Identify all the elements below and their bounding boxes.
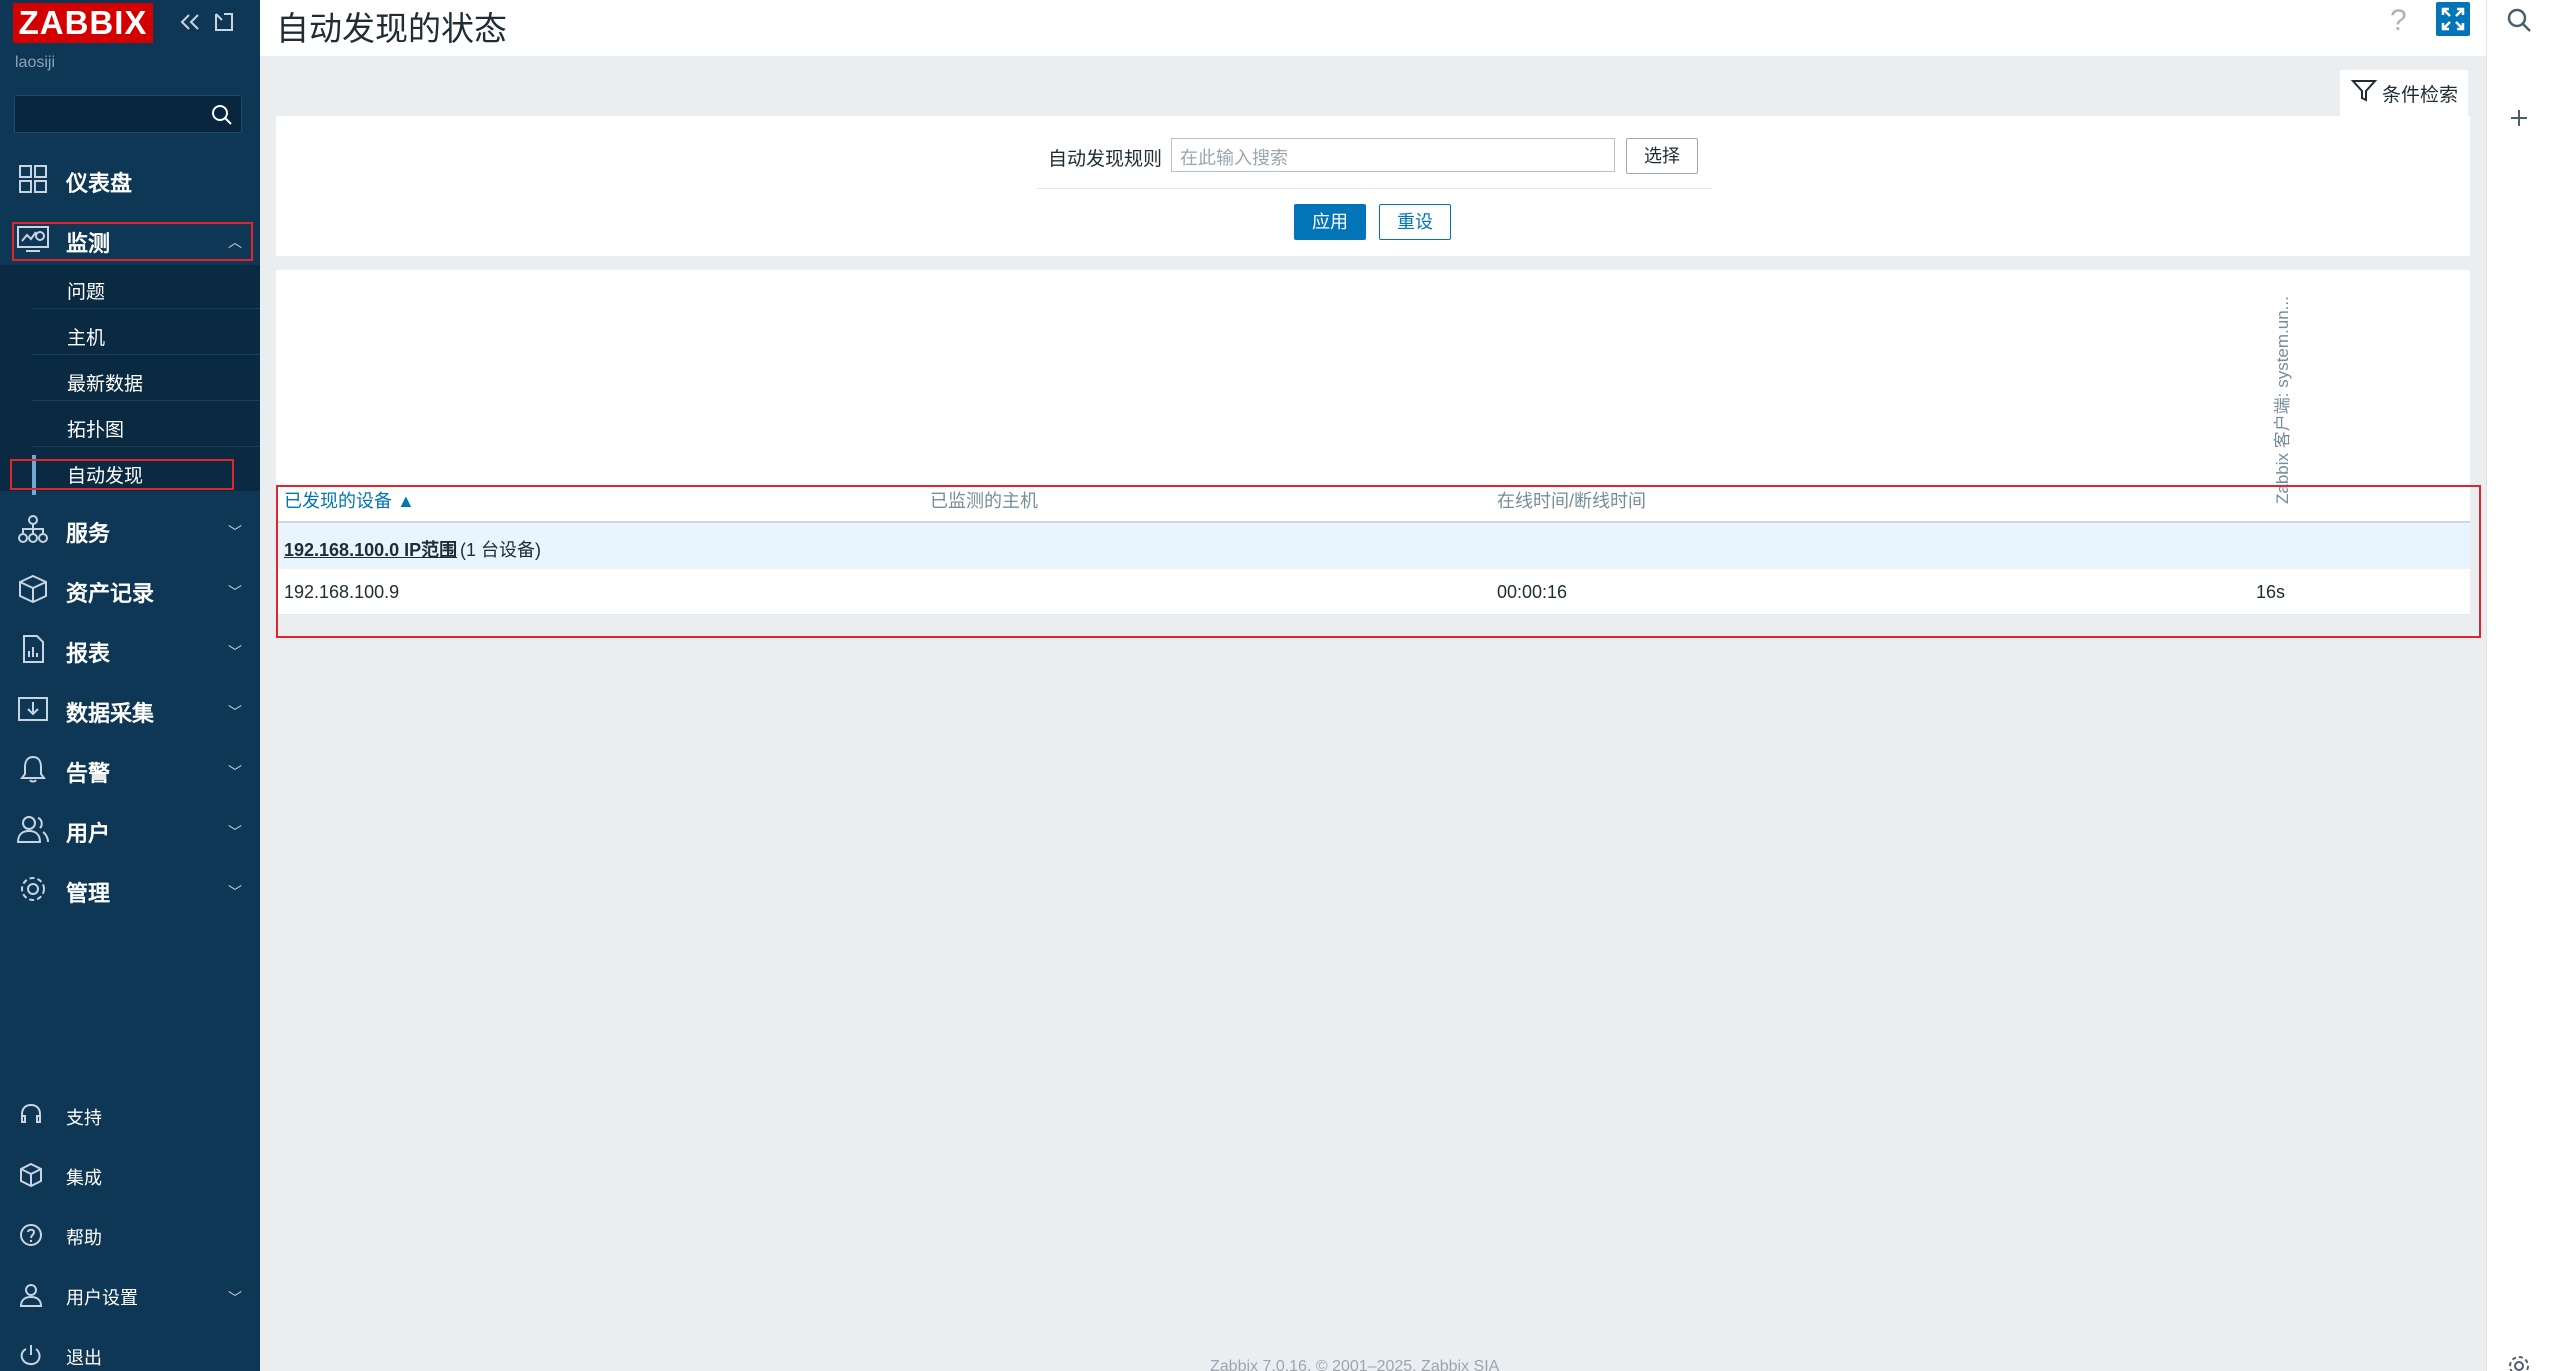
chevron-down-icon: ﹀ (228, 884, 242, 900)
integrations-icon (18, 1162, 44, 1188)
chevron-down-icon: ﹀ (228, 584, 242, 600)
search-icon[interactable] (209, 102, 235, 128)
submenu-label: 问题 (67, 282, 106, 303)
kiosk-mode-icon[interactable] (210, 8, 238, 36)
support-icon (18, 1102, 44, 1128)
menu-label: 退出 (66, 1348, 102, 1368)
filter-divider (1036, 188, 1712, 189)
reset-button[interactable]: 重设 (1379, 204, 1451, 240)
filter-tab[interactable]: 条件检索 (2340, 70, 2468, 116)
chevron-down-icon: ﹀ (228, 524, 242, 540)
check-column-label: Zabbix 客户端: system.un... (2273, 296, 2292, 504)
sidebar-search-input[interactable] (14, 95, 242, 133)
submenu-label: 最新数据 (67, 374, 144, 395)
zabbix-logo[interactable]: ZABBIX (13, 3, 153, 43)
users-icon (16, 814, 50, 844)
highlight-table (276, 485, 2481, 638)
discovery-rule-label: 自动发现规则 (1048, 149, 1163, 170)
monitoring-submenu: 问题 主机 最新数据 拓扑图 自动发现 (0, 265, 260, 491)
filter-tab-label: 条件检索 (2382, 85, 2459, 106)
chevron-down-icon: ﹀ (228, 704, 242, 720)
alerts-icon (16, 754, 50, 784)
menu-dashboard[interactable]: 仪表盘 (0, 152, 260, 204)
filter-icon (2350, 76, 2378, 104)
add-icon[interactable] (2505, 104, 2533, 132)
submenu-item-hosts[interactable]: 主机 (32, 311, 260, 355)
sidebar: ZABBIX laosiji 仪表盘 监测 ︿ 问题 主机 最新数据 拓扑图 自… (0, 0, 260, 1371)
menu-reports[interactable]: 报表 ﹀ (0, 622, 260, 674)
menu-user-settings[interactable]: 用户设置 ﹀ (0, 1268, 260, 1320)
collapse-sidebar-icon[interactable] (176, 8, 204, 36)
menu-support[interactable]: 支持 (0, 1088, 260, 1140)
inventory-icon (16, 574, 50, 604)
submenu-item-problems[interactable]: 问题 (32, 265, 260, 309)
menu-inventory[interactable]: 资产记录 ﹀ (0, 562, 260, 614)
menu-sign-out[interactable]: 退出 (0, 1328, 260, 1371)
menu-users[interactable]: 用户 ﹀ (0, 802, 260, 854)
menu-label: 报表 (66, 641, 111, 666)
submenu-label: 拓扑图 (67, 420, 125, 441)
menu-label: 帮助 (66, 1228, 102, 1248)
submenu-item-latest-data[interactable]: 最新数据 (32, 357, 260, 401)
chevron-down-icon: ﹀ (228, 764, 242, 780)
data-collection-icon (16, 694, 50, 724)
column-header-check: Zabbix 客户端: system.un... (2256, 282, 2296, 504)
fullscreen-icon (2441, 7, 2465, 31)
menu-label: 集成 (66, 1168, 102, 1188)
menu-label: 服务 (66, 521, 111, 546)
menu-data-collection[interactable]: 数据采集 ﹀ (0, 682, 260, 734)
apply-button[interactable]: 应用 (1294, 204, 1366, 240)
server-name: laosiji (15, 54, 56, 71)
help-icon (18, 1222, 44, 1248)
sign-out-icon (18, 1342, 44, 1368)
page-header: 自动发现的状态 ? (260, 0, 2486, 56)
highlight-discovery (10, 459, 234, 490)
reports-icon (16, 634, 50, 664)
menu-label: 数据采集 (66, 701, 155, 726)
user-settings-icon (18, 1282, 44, 1308)
menu-label: 资产记录 (66, 581, 155, 606)
select-button[interactable]: 选择 (1626, 138, 1698, 174)
administration-icon (16, 874, 50, 904)
global-search-icon[interactable] (2505, 6, 2533, 34)
chevron-down-icon: ﹀ (228, 824, 242, 840)
chevron-down-icon: ﹀ (228, 1290, 242, 1306)
fullscreen-button[interactable] (2436, 2, 2470, 36)
menu-label: 用户 (66, 821, 111, 846)
dashboard-icon (16, 164, 50, 194)
services-icon (16, 514, 50, 544)
settings-gear-icon[interactable] (2505, 1352, 2533, 1371)
menu-label: 告警 (66, 761, 111, 786)
submenu-label: 主机 (67, 328, 106, 349)
submenu-item-maps[interactable]: 拓扑图 (32, 403, 260, 447)
menu-integrations[interactable]: 集成 (0, 1148, 260, 1200)
discovery-rule-input[interactable]: 在此输入搜索 (1171, 138, 1615, 172)
menu-label: 支持 (66, 1108, 102, 1128)
menu-alerts[interactable]: 告警 ﹀ (0, 742, 260, 794)
footer: Zabbix 7.0.16. © 2001–2025, Zabbix SIA (1210, 1358, 1500, 1371)
highlight-monitoring (12, 222, 253, 261)
chevron-down-icon: ﹀ (228, 644, 242, 660)
page-title: 自动发现的状态 (276, 10, 507, 47)
menu-help[interactable]: 帮助 (0, 1208, 260, 1260)
menu-label: 用户设置 (66, 1288, 138, 1308)
filter-panel: 自动发现规则 在此输入搜索 选择 应用 重设 (276, 116, 2470, 256)
help-button[interactable]: ? (2390, 4, 2407, 38)
menu-services[interactable]: 服务 ﹀ (0, 502, 260, 554)
menu-administration[interactable]: 管理 ﹀ (0, 862, 260, 914)
right-toolbar (2486, 0, 2550, 1371)
menu-label: 管理 (66, 881, 111, 906)
menu-label: 仪表盘 (66, 171, 133, 196)
